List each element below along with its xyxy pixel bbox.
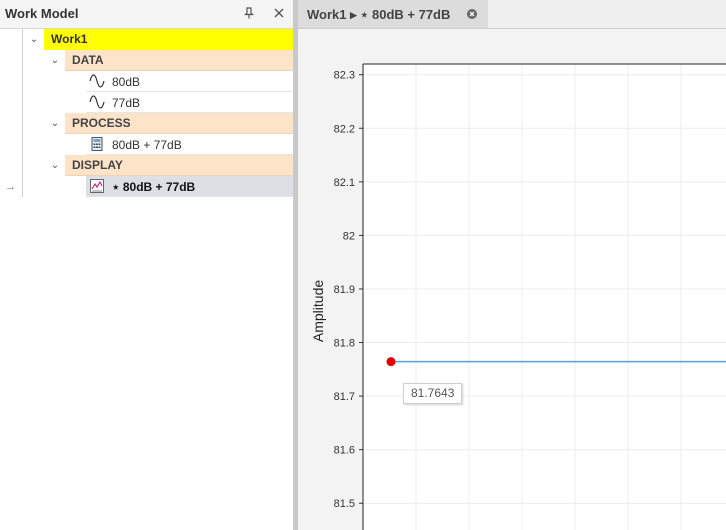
close-circle-icon[interactable] <box>466 8 478 20</box>
value-tooltip: 81.7643 <box>403 383 463 404</box>
chevron-down-icon[interactable]: ⌄ <box>49 55 61 67</box>
panel-title: Work Model <box>5 6 79 21</box>
document-tab-bar: Work1 ▸ ⋆ 80dB + 77dB <box>298 0 726 29</box>
tree-item-label: ⋆ 80dB + 77dB <box>112 180 196 194</box>
tree-root-work1[interactable]: Work1 <box>44 29 293 50</box>
y-tick-label: 81.6 <box>334 445 355 457</box>
tree-group-data[interactable]: DATA <box>65 50 293 71</box>
chevron-down-icon[interactable]: ⌄ <box>28 34 40 46</box>
tree-group-label: PROCESS <box>72 116 131 130</box>
calculator-icon <box>91 137 103 151</box>
work-model-panel: Work Model ⌄ Work1 ⌄ DATA 80dB 77dB ⌄ PR <box>0 0 293 530</box>
panel-header: Work Model <box>0 0 293 29</box>
y-tick-label: 82.2 <box>334 123 355 135</box>
tree-group-label: DISPLAY <box>72 158 123 172</box>
y-tick-label: 81.5 <box>334 498 355 510</box>
value-marker <box>386 357 396 367</box>
tree-item-label: 80dB <box>112 75 141 89</box>
pin-icon[interactable] <box>241 5 257 21</box>
tree-item-display-sum[interactable]: ⋆ 80dB + 77dB <box>86 176 293 197</box>
tree-group-process[interactable]: PROCESS <box>65 113 293 134</box>
tree-item-label: 80dB + 77dB <box>112 138 182 152</box>
display-panel: Work1 ▸ ⋆ 80dB + 77dB 82.3 82.2 82.1 82 81.9… <box>298 0 726 530</box>
tree-item-sum-process[interactable]: 80dB + 77dB <box>86 134 293 155</box>
tree-guide-line <box>22 29 23 197</box>
tree-group-display[interactable]: DISPLAY <box>65 155 293 176</box>
y-tick-label: 82.1 <box>334 177 355 189</box>
amplitude-chart[interactable]: 82.3 82.2 82.1 82 81.9 81.8 81.7 81.6 81.5 Ampli… <box>298 29 726 530</box>
work-model-tree: ⌄ Work1 ⌄ DATA 80dB 77dB ⌄ PROCESS 80dB … <box>0 29 293 530</box>
y-axis-title: Amplitude <box>310 280 326 342</box>
tree-group-label: DATA <box>72 53 104 67</box>
chevron-down-icon[interactable]: ⌄ <box>49 118 61 130</box>
y-tick-label: 82 <box>343 230 355 242</box>
chevron-down-icon[interactable]: ⌄ <box>49 160 61 172</box>
tree-item-77db[interactable]: 77dB <box>86 92 293 113</box>
tree-item-80db[interactable]: 80dB <box>86 71 293 92</box>
tab-label: Work1 ▸ ⋆ 80dB + 77dB <box>307 7 451 22</box>
tree-item-label: 77dB <box>112 96 141 110</box>
signal-wave-icon <box>89 74 105 88</box>
y-tick-label: 81.7 <box>334 391 355 403</box>
close-icon[interactable] <box>271 5 287 21</box>
current-row-arrow-icon: → <box>5 181 16 193</box>
y-tick-label: 81.9 <box>334 284 355 296</box>
y-tick-label: 82.3 <box>334 70 355 82</box>
tab-display[interactable]: Work1 ▸ ⋆ 80dB + 77dB <box>298 0 488 28</box>
plot-area[interactable] <box>363 64 726 530</box>
y-tick-label: 81.8 <box>334 338 355 350</box>
tree-root-label: Work1 <box>51 32 88 46</box>
signal-wave-icon <box>89 95 105 109</box>
chart-icon <box>90 179 104 193</box>
chart-area[interactable]: 82.3 82.2 82.1 82 81.9 81.8 81.7 81.6 81.5 Ampli… <box>298 29 726 530</box>
